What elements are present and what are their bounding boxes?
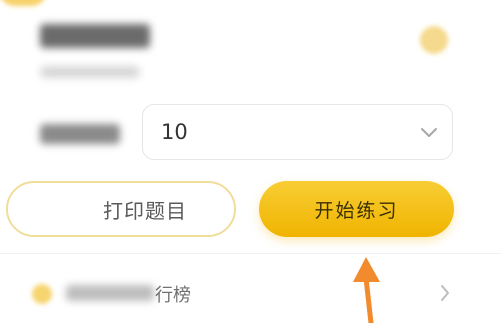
header-badge-icon <box>420 26 448 54</box>
start-practice-button[interactable]: 开始练习 <box>259 181 454 237</box>
print-questions-button[interactable]: 打印题目 <box>6 181 236 237</box>
leaderboard-title-obscured <box>66 285 154 301</box>
print-questions-label: 打印题目 <box>103 198 187 223</box>
leaderboard-row[interactable]: 行榜 <box>32 276 457 314</box>
chevron-down-icon <box>421 128 437 137</box>
question-count-row: 10 <box>30 104 455 162</box>
question-count-value: 10 <box>161 120 188 144</box>
section-divider <box>0 253 501 254</box>
print-button-fade <box>8 183 100 235</box>
top-accent-blob <box>0 0 46 6</box>
question-count-select[interactable]: 10 <box>142 104 453 160</box>
leaderboard-icon <box>32 284 52 304</box>
header-subtitle-obscured <box>40 66 140 78</box>
start-practice-label: 开始练习 <box>314 199 399 222</box>
chevron-right-icon <box>441 285 449 301</box>
leaderboard-label: 行榜 <box>155 285 191 306</box>
question-count-label-obscured <box>40 124 120 144</box>
header-title-obscured <box>40 24 150 48</box>
